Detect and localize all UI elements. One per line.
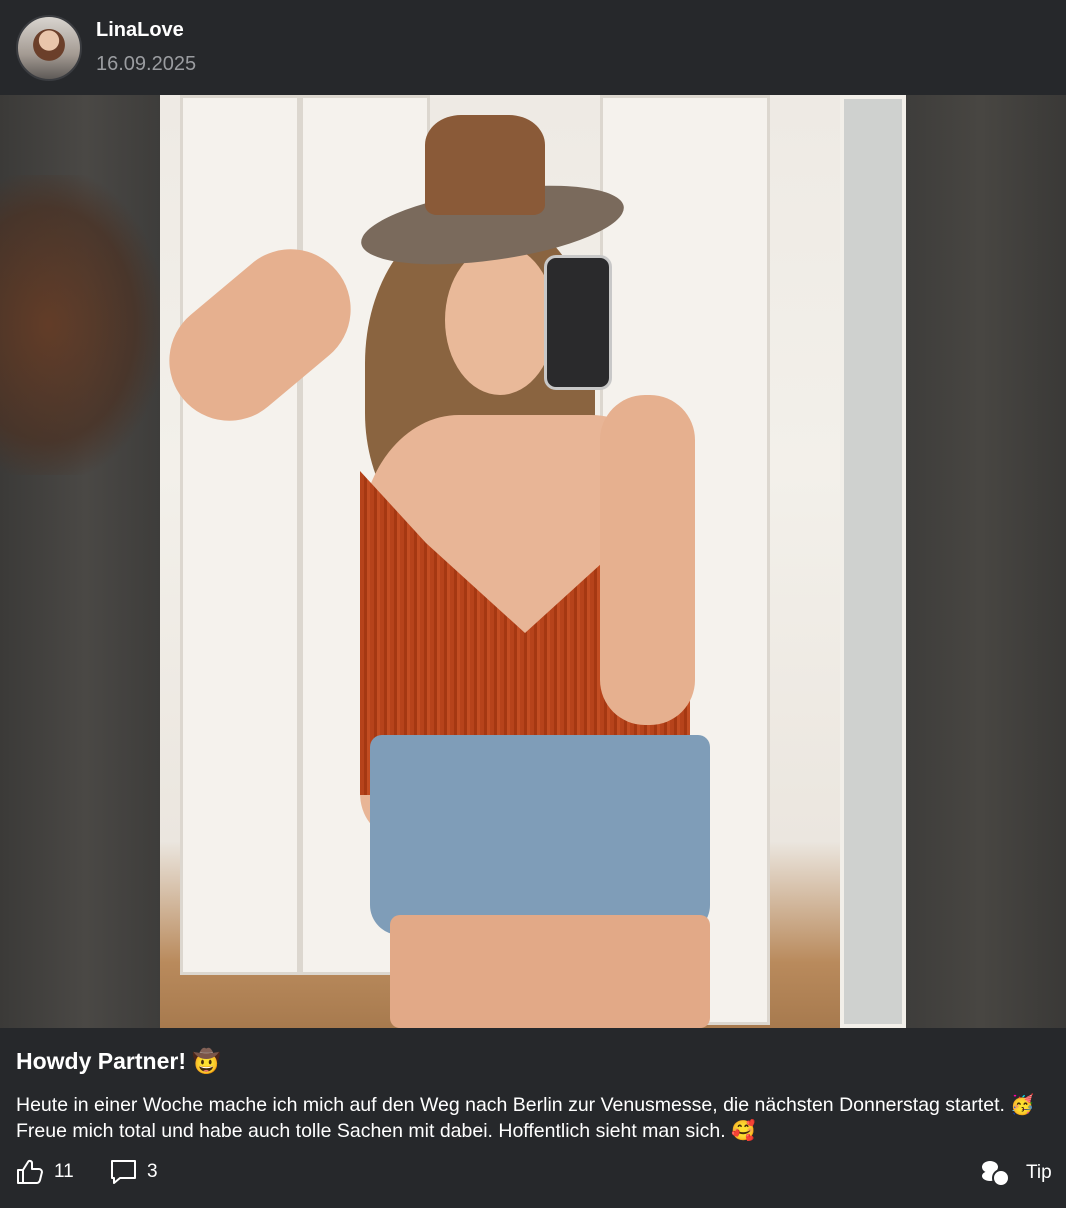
hat-crown [425,115,545,215]
wardrobe-door [180,95,300,975]
right-arm [600,395,695,725]
comment-button[interactable]: 3 [110,1159,158,1185]
comment-count: 3 [147,1161,158,1182]
tip-button[interactable]: Tip [980,1159,1052,1187]
glass-cabinet [840,95,906,1028]
legs [390,915,710,1028]
face [445,245,555,395]
blurred-background [0,175,160,475]
avatar[interactable] [16,15,82,81]
post-title: Howdy Partner! 🤠 [16,1048,222,1074]
smartphone [544,255,612,390]
like-button[interactable]: 11 [16,1159,74,1185]
post-media[interactable] [0,95,1066,1028]
denim-shorts [370,735,710,935]
tip-label: Tip [1026,1162,1052,1183]
post-header: LinaLove 16.09.2025 [0,0,1066,95]
like-count: 11 [54,1161,74,1182]
coins-icon [980,1159,1010,1187]
thumbs-up-icon [16,1159,44,1185]
username[interactable]: LinaLove [96,19,184,42]
comment-bubble-icon [110,1159,137,1185]
post-photo[interactable] [160,95,906,1028]
post-caption: Howdy Partner! 🤠 Heute in einer Woche ma… [0,1028,1066,1208]
post-date: 16.09.2025 [96,53,197,75]
post-body: Heute in einer Woche mache ich mich auf … [16,1094,1035,1142]
